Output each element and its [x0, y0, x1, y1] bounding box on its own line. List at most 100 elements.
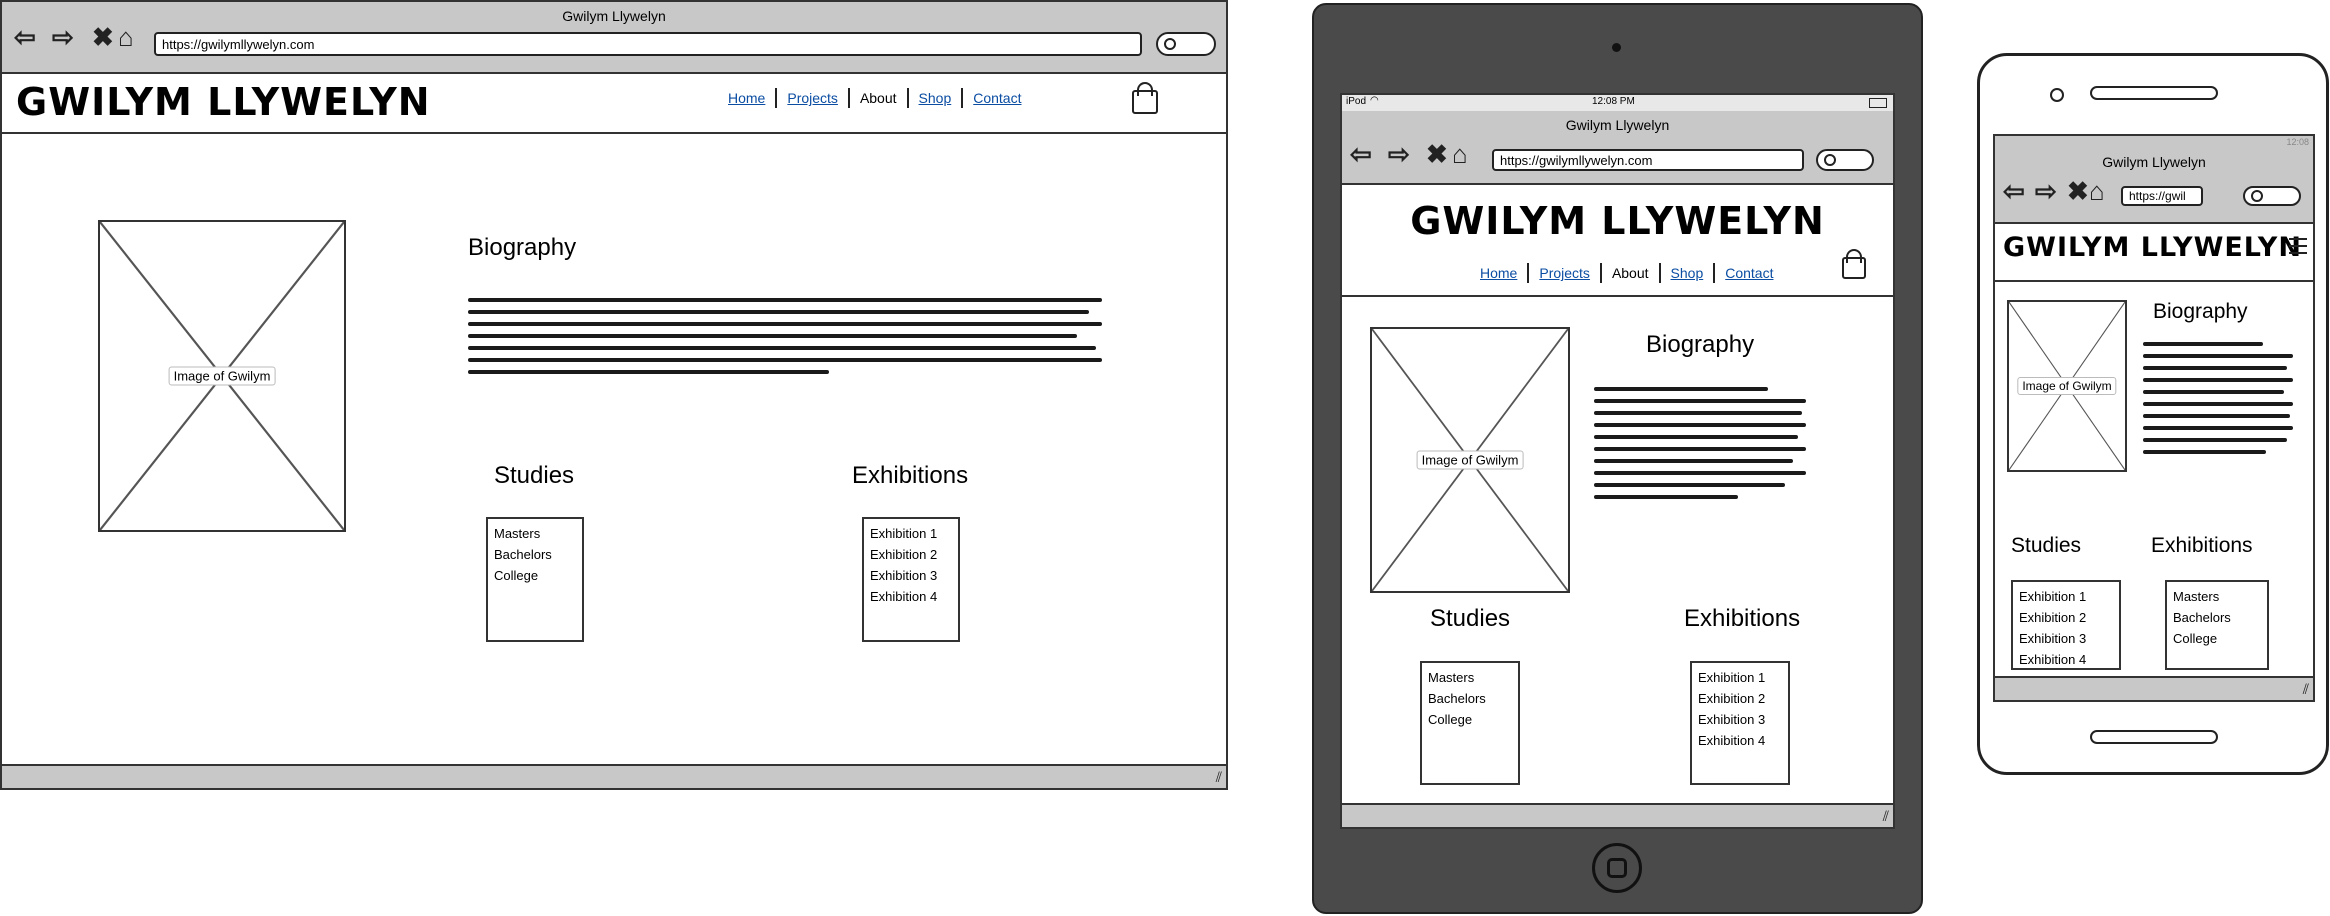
studies-heading: Studies	[2011, 534, 2082, 557]
home-square-icon	[1607, 858, 1627, 878]
nav-contact[interactable]: Contact	[963, 90, 1031, 106]
studies-heading: Studies	[1430, 605, 1511, 632]
studies-list: Masters Bachelors College	[486, 517, 584, 642]
list-item: College	[1428, 712, 1473, 727]
phone-screen: 12:08 Gwilym Llywelyn ⇦ ⇨ ✖ ⌂ https://gw…	[1993, 134, 2315, 702]
back-arrow-icon[interactable]: ⇦	[2003, 178, 2025, 204]
resize-grip-icon[interactable]: ⫽	[2303, 681, 2309, 698]
back-arrow-icon[interactable]: ⇦	[14, 24, 36, 50]
biography-heading: Biography	[1646, 331, 1755, 358]
home-icon[interactable]: ⌂	[1452, 141, 1468, 167]
shopping-bag-icon[interactable]	[1132, 82, 1158, 114]
nav-home[interactable]: Home	[1470, 265, 1527, 281]
tablet-home-button[interactable]	[1592, 843, 1642, 893]
window-title: Gwilym Llywelyn	[1565, 117, 1670, 133]
list-item: Exhibition 1	[1698, 670, 1766, 685]
tablet-device: iPod ◠ 12:08 PM Gwilym Llywelyn ⇦ ⇨ ✖ ⌂ …	[1312, 3, 1923, 914]
site-logo[interactable]: GWILYM LLYWELYN	[2003, 232, 2302, 263]
profile-image-placeholder: Image of Gwilym	[98, 220, 346, 532]
nav-about[interactable]: About	[850, 90, 907, 106]
carrier-label: iPod	[1346, 96, 1367, 107]
home-icon[interactable]: ⌂	[2089, 178, 2105, 204]
resize-grip-icon[interactable]: ⫽	[1883, 808, 1889, 825]
phone-device: 12:08 Gwilym Llywelyn ⇦ ⇨ ✖ ⌂ https://gw…	[1977, 53, 2329, 775]
search-icon	[1824, 154, 1836, 166]
search-button[interactable]	[2243, 186, 2301, 206]
biography-text	[1594, 387, 1806, 507]
phone-speaker	[2090, 86, 2218, 100]
list-item: Exhibition 2	[2019, 610, 2087, 625]
exhibitions-heading: Exhibitions	[852, 462, 969, 489]
list-item: Exhibition 4	[2019, 652, 2087, 667]
profile-image-placeholder: Image of Gwilym	[1370, 327, 1570, 593]
exhibitions-list: Exhibition 1 Exhibition 2 Exhibition 3 E…	[862, 517, 960, 642]
image-caption: Image of Gwilym	[1416, 450, 1524, 470]
site-logo[interactable]: GWILYM LLYWELYN	[1342, 199, 1893, 243]
main-nav: Home Projects About Shop Contact	[1470, 263, 1783, 283]
header-divider	[1342, 295, 1893, 297]
window-title: Gwilym Llywelyn	[562, 8, 666, 24]
list-item: Exhibition 4	[1698, 733, 1766, 748]
search-icon	[2251, 190, 2263, 202]
nav-projects[interactable]: Projects	[1529, 265, 1600, 281]
list-item: College	[2173, 631, 2218, 646]
forward-arrow-icon[interactable]: ⇨	[2035, 178, 2057, 204]
nav-contact[interactable]: Contact	[1715, 265, 1783, 281]
home-icon[interactable]: ⌂	[118, 24, 134, 50]
biography-text	[468, 298, 1102, 382]
profile-image-placeholder: Image of Gwilym	[2007, 300, 2127, 472]
image-caption: Image of Gwilym	[168, 366, 276, 386]
list-item: Bachelors	[1428, 691, 1486, 706]
address-bar[interactable]: https://gwilymllywelyn.com	[154, 32, 1142, 56]
nav-shop[interactable]: Shop	[1661, 265, 1714, 281]
tablet-browser-toolbar: Gwilym Llywelyn ⇦ ⇨ ✖ ⌂ https://gwilymll…	[1342, 111, 1893, 185]
nav-shop[interactable]: Shop	[909, 90, 962, 106]
site-header: GWILYM LLYWELYN Home Projects About Shop…	[2, 72, 1226, 132]
site-logo[interactable]: GWILYM LLYWELYN	[16, 80, 431, 124]
window-title: Gwilym Llywelyn	[2102, 154, 2206, 170]
stop-icon[interactable]: ✖	[2067, 178, 2089, 204]
list-item: Bachelors	[2173, 610, 2231, 625]
phone-camera-icon	[2050, 88, 2064, 102]
forward-arrow-icon[interactable]: ⇨	[52, 24, 74, 50]
studies-list: Masters Bachelors College	[1420, 661, 1520, 785]
back-arrow-icon[interactable]: ⇦	[1350, 141, 1372, 167]
hamburger-menu-icon[interactable]	[2289, 238, 2307, 254]
header-divider	[1995, 280, 2313, 282]
list-item: College	[494, 568, 539, 583]
list-item: Exhibition 3	[1698, 712, 1766, 727]
exhibitions-heading: Exhibitions	[2151, 534, 2253, 557]
wifi-icon: ◠	[1370, 95, 1379, 106]
resize-grip-icon[interactable]: ⫽	[1216, 769, 1222, 786]
list-item: Masters	[494, 526, 541, 541]
battery-icon	[1869, 98, 1887, 108]
biography-heading: Biography	[2153, 300, 2248, 323]
exhibitions-list: Exhibition 1 Exhibition 2 Exhibition 3 E…	[1690, 661, 1790, 785]
address-bar[interactable]: https://gwil	[2121, 186, 2203, 206]
list-item: Exhibition 3	[870, 568, 938, 583]
forward-arrow-icon[interactable]: ⇨	[1388, 141, 1410, 167]
tablet-camera-icon	[1612, 43, 1621, 52]
list-item: Bachelors	[494, 547, 552, 562]
browser-statusbar: ⫽	[1342, 803, 1893, 827]
tablet-statusbar: iPod ◠ 12:08 PM	[1342, 95, 1893, 112]
phone-home-bar[interactable]	[2090, 730, 2218, 744]
list-item: Exhibition 2	[870, 547, 938, 562]
search-button[interactable]	[1816, 149, 1874, 171]
nav-home[interactable]: Home	[718, 90, 775, 106]
address-bar[interactable]: https://gwilymllywelyn.com	[1492, 149, 1804, 171]
search-button[interactable]	[1156, 32, 1216, 56]
shopping-bag-icon[interactable]	[1842, 249, 1866, 279]
clock-label: 12:08	[2286, 137, 2309, 147]
list-item: Masters	[2173, 589, 2220, 604]
nav-about[interactable]: About	[1602, 265, 1659, 281]
stop-icon[interactable]: ✖	[92, 24, 114, 50]
list-item: Exhibition 2	[1698, 691, 1766, 706]
stop-icon[interactable]: ✖	[1426, 141, 1448, 167]
image-caption: Image of Gwilym	[2017, 377, 2117, 395]
nav-projects[interactable]: Projects	[777, 90, 848, 106]
main-nav: Home Projects About Shop Contact	[718, 88, 1031, 108]
phone-statusbar: 12:08	[1995, 136, 2313, 150]
exhibitions-heading: Exhibitions	[1684, 605, 1801, 632]
tablet-screen: iPod ◠ 12:08 PM Gwilym Llywelyn ⇦ ⇨ ✖ ⌂ …	[1340, 93, 1895, 829]
